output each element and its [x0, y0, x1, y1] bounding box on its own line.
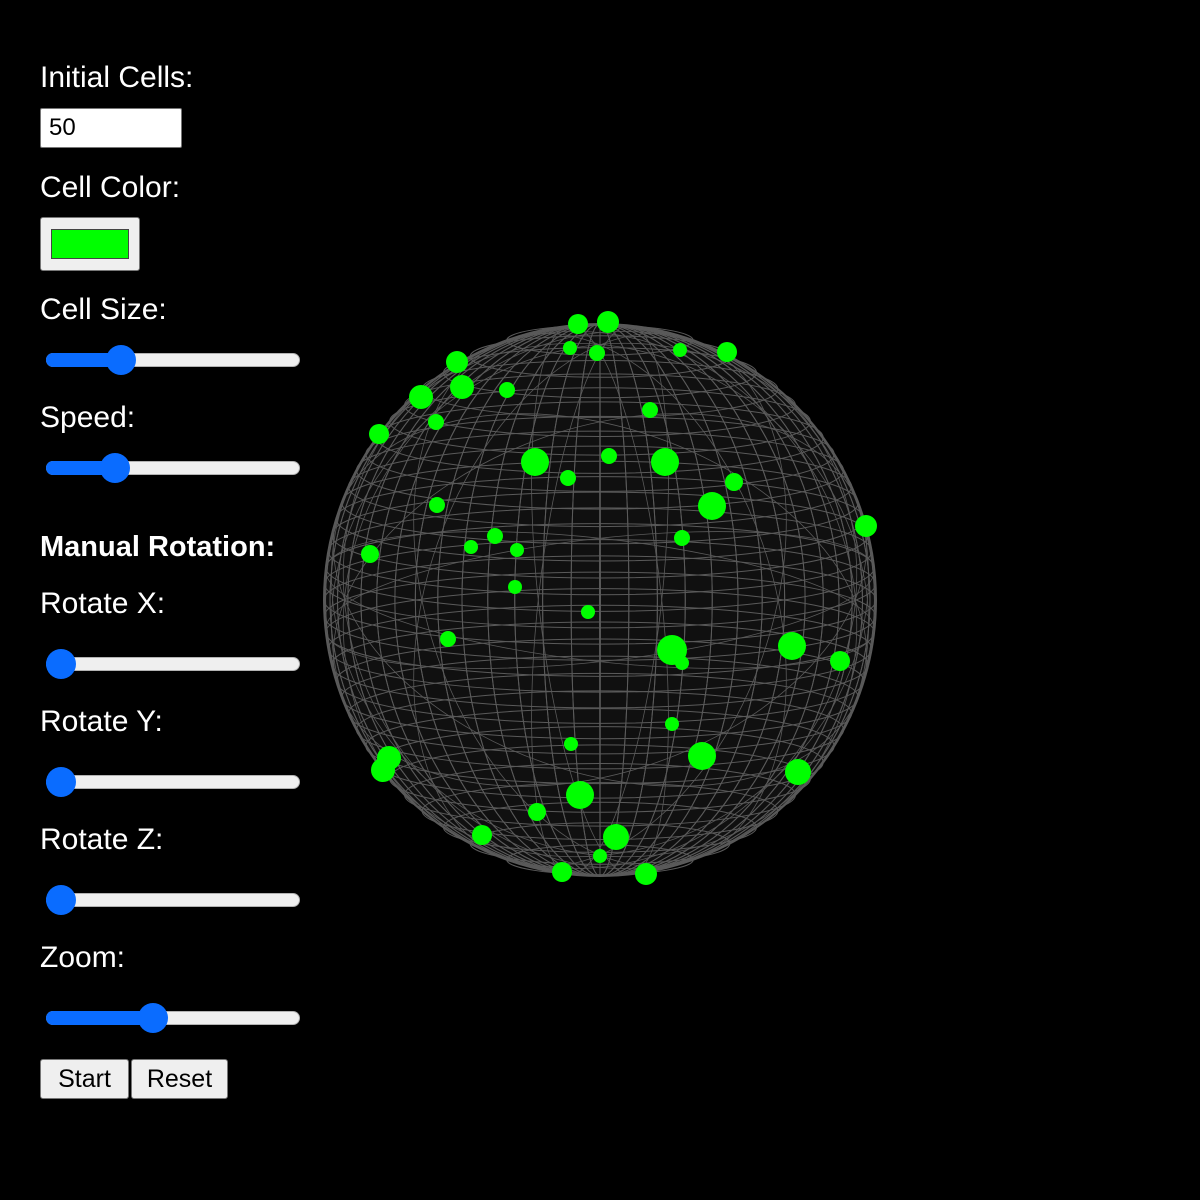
- cell-color-label: Cell Color:: [40, 171, 181, 204]
- cell-dot: [440, 631, 456, 647]
- speed-label: Speed:: [40, 401, 136, 434]
- cell-dot: [499, 382, 515, 398]
- slider-thumb[interactable]: [46, 767, 76, 797]
- cell-dot: [409, 385, 433, 409]
- longitude-line: [599, 323, 601, 877]
- cell-dot: [464, 540, 478, 554]
- cell-dot: [560, 470, 576, 486]
- cell-size-slider[interactable]: [46, 340, 300, 380]
- cell-dot: [674, 530, 690, 546]
- wireframe-sphere: [323, 323, 877, 877]
- cell-dot: [778, 632, 806, 660]
- initial-cells-input[interactable]: [40, 108, 182, 148]
- cell-dot: [673, 343, 687, 357]
- cell-dot: [450, 375, 474, 399]
- cell-color-swatch: [51, 229, 129, 259]
- cell-dot: [601, 448, 617, 464]
- slider-thumb[interactable]: [46, 885, 76, 915]
- cell-size-label: Cell Size:: [40, 293, 167, 326]
- cell-dot: [589, 345, 605, 361]
- reset-button[interactable]: Reset: [131, 1059, 228, 1099]
- cell-dot: [581, 605, 595, 619]
- cell-dot: [428, 414, 444, 430]
- rotate-z-label: Rotate Z:: [40, 823, 164, 856]
- control-panel: Initial Cells: Cell Color: Cell Size: Sp…: [40, 0, 320, 1200]
- cell-dot: [371, 758, 395, 782]
- slider-track: [46, 893, 300, 907]
- cell-dot: [651, 448, 679, 476]
- cell-dot: [429, 497, 445, 513]
- zoom-slider[interactable]: [46, 998, 300, 1038]
- cell-dot: [597, 311, 619, 333]
- cell-dot: [361, 545, 379, 563]
- slider-thumb[interactable]: [99, 453, 130, 483]
- start-button[interactable]: Start: [40, 1059, 129, 1099]
- cell-dot: [566, 781, 594, 809]
- cell-dot: [563, 341, 577, 355]
- cell-dot: [369, 424, 389, 444]
- cell-dot: [785, 759, 811, 785]
- rotate-x-slider[interactable]: [46, 644, 300, 684]
- cell-dot: [665, 717, 679, 731]
- cell-dot: [603, 824, 629, 850]
- cell-dot: [698, 492, 726, 520]
- cell-dot: [472, 825, 492, 845]
- cell-dot: [446, 351, 468, 373]
- app-root: Initial Cells: Cell Color: Cell Size: Sp…: [0, 0, 1200, 1200]
- manual-rotation-heading: Manual Rotation:: [40, 531, 276, 563]
- sphere-viewport[interactable]: [320, 300, 900, 900]
- cell-dot: [528, 803, 546, 821]
- cell-dot: [564, 737, 578, 751]
- cell-dot: [725, 473, 743, 491]
- initial-cells-label: Initial Cells:: [40, 61, 194, 94]
- cell-dot: [568, 314, 588, 334]
- cell-dot: [593, 849, 607, 863]
- slider-track: [46, 657, 300, 671]
- cell-dot: [688, 742, 716, 770]
- cell-dot: [508, 580, 522, 594]
- cell-color-picker[interactable]: [40, 217, 140, 271]
- rotate-y-label: Rotate Y:: [40, 705, 163, 738]
- rotate-y-slider[interactable]: [46, 762, 300, 802]
- slider-thumb[interactable]: [137, 1003, 168, 1033]
- rotate-x-label: Rotate X:: [40, 587, 166, 620]
- cell-dot: [717, 342, 737, 362]
- cell-dot: [521, 448, 549, 476]
- slider-track: [46, 775, 300, 789]
- zoom-label: Zoom:: [40, 941, 126, 974]
- cell-dot: [635, 863, 657, 885]
- cell-dot: [642, 402, 658, 418]
- cell-dot: [552, 862, 572, 882]
- slider-thumb[interactable]: [46, 649, 76, 679]
- rotate-z-slider[interactable]: [46, 880, 300, 920]
- cell-dot: [855, 515, 877, 537]
- cell-dot: [675, 656, 689, 670]
- cell-dot: [510, 543, 524, 557]
- cell-dot: [830, 651, 850, 671]
- speed-slider[interactable]: [46, 448, 300, 488]
- slider-thumb[interactable]: [106, 345, 137, 375]
- cell-dot: [487, 528, 503, 544]
